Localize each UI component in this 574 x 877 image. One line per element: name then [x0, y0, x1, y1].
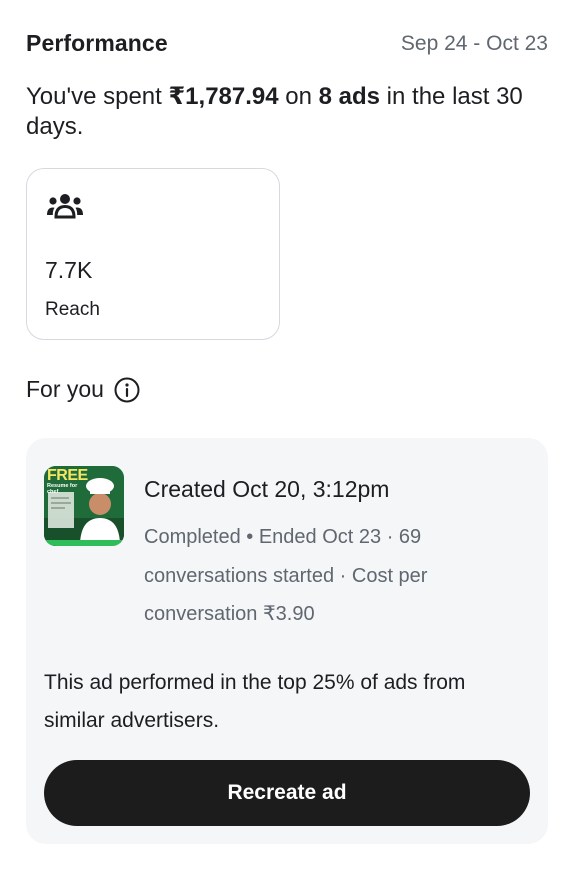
reach-value: 7.7K	[45, 257, 93, 283]
spend-amount: ₹1,787.94	[168, 83, 279, 110]
ads-count: 8 ads	[318, 83, 381, 110]
ad-performance-note: This ad performed in the top 25% of ads …	[44, 671, 466, 732]
performance-header: Performance Sep 24 - Oct 23	[26, 30, 548, 57]
summary-middle: on	[278, 83, 319, 110]
ad-status-details: Completed • Ended Oct 23 · 69 conversati…	[144, 526, 428, 625]
spend-summary: You've spent ₹1,787.94 on 8 ads in the l…	[26, 82, 556, 142]
for-you-header: For you	[26, 376, 140, 403]
reach-label: Reach	[45, 299, 100, 320]
recreate-ad-button[interactable]: Recreate ad	[44, 760, 530, 826]
date-range[interactable]: Sep 24 - Oct 23	[401, 32, 548, 56]
reach-card[interactable]: 7.7K Reach	[26, 168, 280, 340]
info-circle-icon[interactable]	[114, 377, 140, 403]
ad-created-date: Created Oct 20, 3:12pm	[144, 476, 390, 502]
ad-thumbnail: FREE Resume for chef	[44, 466, 124, 546]
people-group-icon	[47, 194, 83, 219]
performance-title: Performance	[26, 30, 168, 56]
thumbnail-subtext: Resume for chef	[47, 483, 78, 495]
summary-prefix: You've spent	[26, 83, 169, 110]
ad-card[interactable]: FREE Resume for chef Created Oct 20, 3:1…	[26, 438, 548, 844]
for-you-title: For you	[26, 376, 104, 402]
